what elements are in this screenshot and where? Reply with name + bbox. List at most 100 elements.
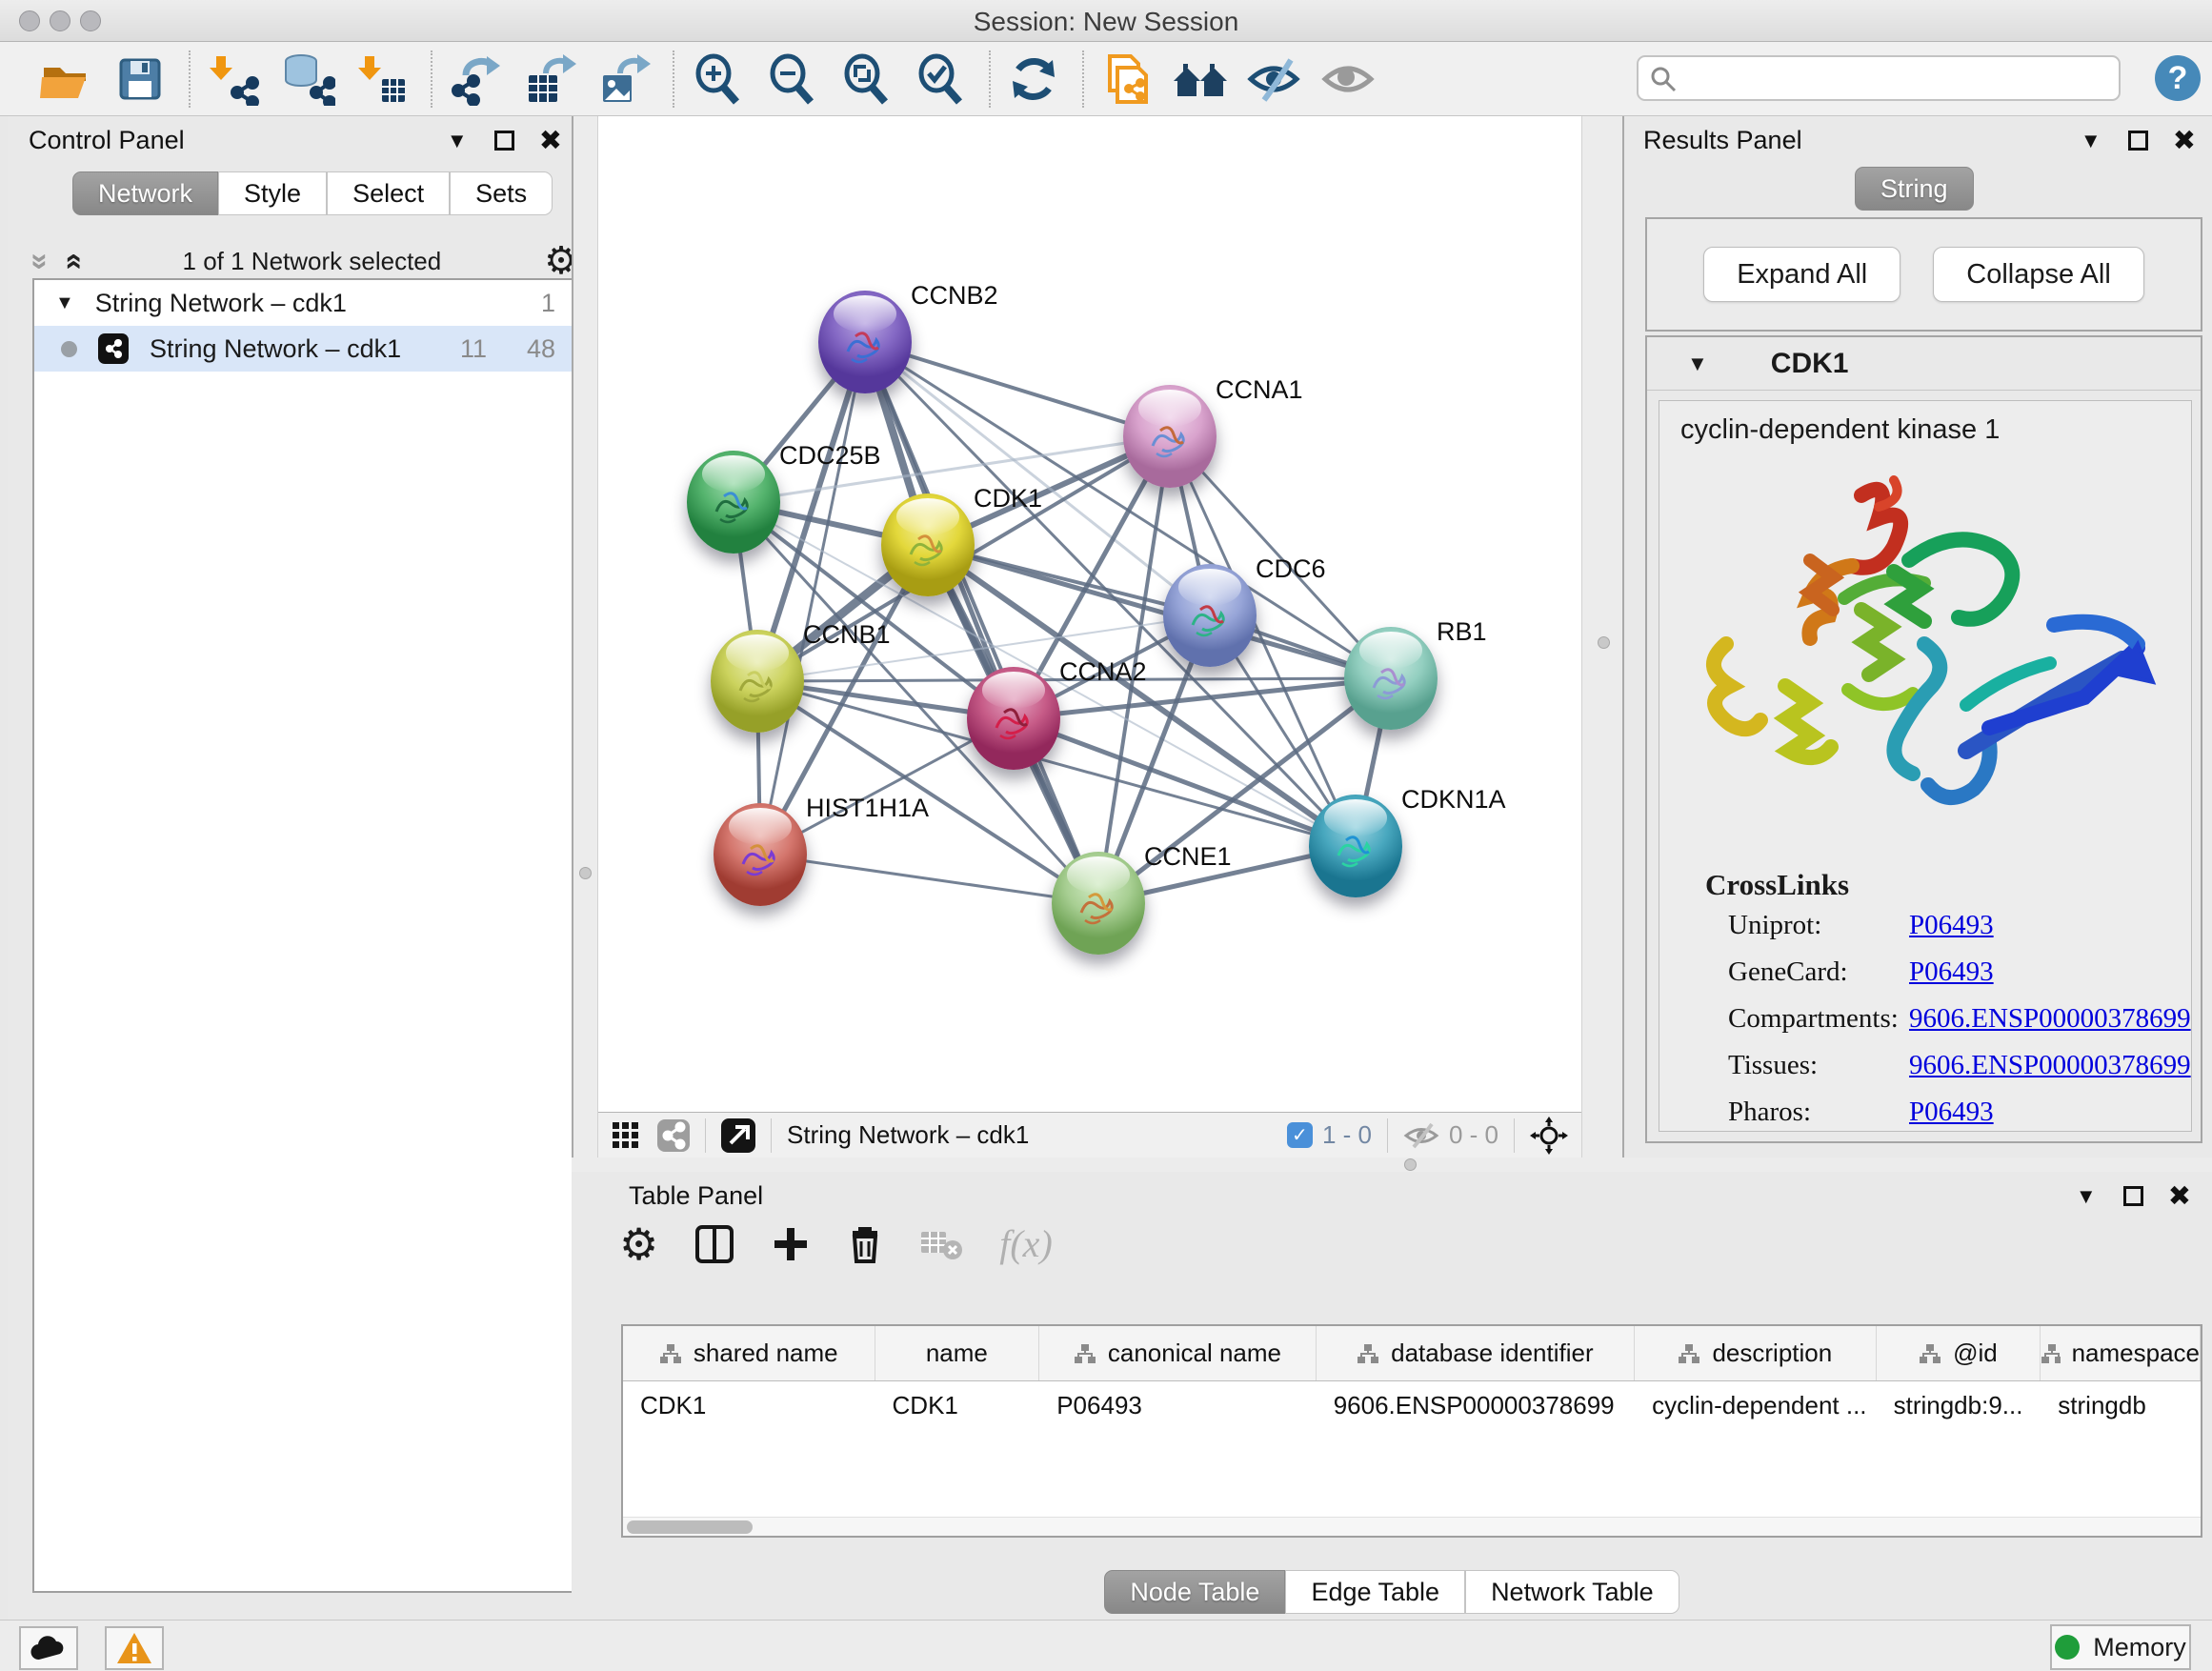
tab-network[interactable]: Network — [72, 171, 218, 215]
help-button[interactable]: ? — [2155, 55, 2201, 101]
hide-selected-button[interactable] — [1246, 50, 1305, 109]
collapse-all-button[interactable]: Collapse All — [1933, 247, 2144, 302]
table-row[interactable]: CDK1CDK1P064939606.ENSP00000378699cyclin… — [623, 1381, 2201, 1429]
cloud-status-button[interactable] — [19, 1626, 78, 1670]
zoom-out-button[interactable] — [762, 50, 821, 109]
crosslink-link[interactable]: 9606.ENSP00000378699 — [1909, 1003, 2191, 1035]
right-split-divider[interactable] — [1581, 116, 1624, 1158]
column-header-database-identifier[interactable]: database identifier — [1317, 1326, 1635, 1380]
tab-node-table[interactable]: Node Table — [1104, 1570, 1285, 1614]
column-header-shared-name[interactable]: shared name — [623, 1326, 875, 1380]
table-cell[interactable]: P06493 — [1039, 1381, 1316, 1429]
network-canvas[interactable]: CCNB2CCNA1CDC25BCDK1CDC6RB1CCNB1CCNA2CDK… — [598, 116, 1581, 1112]
node-CDC25B[interactable] — [687, 451, 780, 554]
column-header-name[interactable]: name — [875, 1326, 1040, 1380]
first-neighbors-button[interactable] — [1172, 50, 1231, 109]
warnings-button[interactable] — [105, 1626, 164, 1670]
selected-checkbox-icon[interactable]: ✓ — [1287, 1122, 1313, 1148]
crosslink-link[interactable]: 9606.ENSP00000378699 — [1909, 1050, 2191, 1081]
hidden-counts: 0 - 0 — [1449, 1120, 1498, 1150]
table-options-gear-icon[interactable]: ⚙ — [619, 1225, 658, 1263]
detach-view-icon[interactable] — [721, 1118, 755, 1153]
table-cell[interactable]: CDK1 — [875, 1381, 1040, 1429]
panel-menu-icon[interactable]: ▼ — [2081, 129, 2101, 153]
export-table-button[interactable] — [520, 50, 579, 109]
column-header--id[interactable]: @id — [1877, 1326, 2041, 1380]
column-header-namespace[interactable]: namespace — [2041, 1326, 2201, 1380]
annotation-mode-button[interactable] — [1097, 50, 1156, 109]
open-session-button[interactable] — [36, 50, 95, 109]
node-CCNA1[interactable] — [1123, 385, 1217, 488]
collection-expand-icon[interactable]: ▼ — [55, 292, 74, 314]
left-split-divider[interactable] — [572, 116, 598, 1158]
import-network-button[interactable] — [204, 50, 263, 109]
network-view-mode-icon[interactable] — [657, 1119, 690, 1152]
birdseye-crosshair-icon[interactable] — [1530, 1117, 1568, 1155]
node-CDK1[interactable] — [881, 493, 975, 596]
table-cell[interactable]: cyclin-dependent ... — [1635, 1381, 1877, 1429]
add-column-icon[interactable] — [771, 1224, 811, 1264]
float-panel-icon[interactable] — [2123, 1186, 2143, 1206]
export-network-button[interactable] — [446, 50, 505, 109]
apply-layout-button[interactable] — [1004, 50, 1063, 109]
gene-section-header[interactable]: ▼ CDK1 — [1647, 337, 2201, 391]
close-panel-icon[interactable]: ✖ — [2173, 124, 2196, 157]
zoom-fit-button[interactable] — [836, 50, 895, 109]
node-CCNB1[interactable] — [711, 630, 804, 733]
zoom-in-button[interactable] — [688, 50, 747, 109]
import-network-from-database-button[interactable] — [278, 50, 337, 109]
scrollbar-thumb[interactable] — [627, 1520, 753, 1534]
table-cell[interactable]: stringdb:9... — [1877, 1381, 2041, 1429]
show-columns-icon[interactable] — [694, 1223, 734, 1265]
crosslink-link[interactable]: P06493 — [1909, 910, 1994, 941]
close-panel-icon[interactable]: ✖ — [2168, 1179, 2191, 1213]
network-row[interactable]: String Network – cdk1 11 48 — [34, 326, 576, 372]
divider-handle[interactable] — [1404, 1158, 1417, 1171]
divider-handle[interactable] — [1598, 636, 1610, 649]
float-panel-icon[interactable] — [2128, 131, 2148, 151]
separator — [705, 1118, 706, 1153]
crosslink-link[interactable]: P06493 — [1909, 1097, 1994, 1128]
table-cell[interactable]: 9606.ENSP00000378699 — [1317, 1381, 1635, 1429]
crosslink-link[interactable]: P06493 — [1909, 956, 1994, 988]
table-cell[interactable]: stringdb — [2041, 1381, 2201, 1429]
node-CCNE1[interactable] — [1052, 852, 1145, 955]
node-CDKN1A[interactable] — [1309, 795, 1402, 897]
collapse-all-networks-icon[interactable]: » — [53, 252, 89, 270]
import-table-button[interactable] — [352, 50, 412, 109]
column-header-description[interactable]: description — [1635, 1326, 1877, 1380]
node-RB1[interactable] — [1344, 627, 1438, 730]
export-image-button[interactable] — [594, 50, 654, 109]
table-split-divider[interactable] — [572, 1158, 2212, 1172]
close-panel-icon[interactable]: ✖ — [539, 124, 562, 157]
divider-handle[interactable] — [579, 867, 592, 879]
node-CCNA2[interactable] — [967, 667, 1060, 770]
memory-button[interactable]: Memory — [2050, 1624, 2191, 1670]
tab-string[interactable]: String — [1855, 167, 1974, 211]
column-header-canonical-name[interactable]: canonical name — [1039, 1326, 1316, 1380]
table-horizontal-scrollbar[interactable] — [623, 1517, 2201, 1536]
expand-all-button[interactable]: Expand All — [1703, 247, 1900, 302]
network-collection-row[interactable]: ▼ String Network – cdk1 1 — [34, 280, 576, 326]
tab-network-table[interactable]: Network Table — [1465, 1570, 1679, 1614]
panel-menu-icon[interactable]: ▼ — [447, 129, 468, 153]
gene-expand-icon[interactable]: ▼ — [1687, 352, 1708, 376]
search-input[interactable] — [1637, 55, 2121, 101]
float-panel-icon[interactable] — [494, 131, 514, 151]
show-all-button[interactable] — [1320, 50, 1379, 109]
node-CCNB2[interactable] — [818, 291, 912, 393]
delete-column-icon[interactable] — [847, 1223, 883, 1265]
tab-sets[interactable]: Sets — [450, 171, 553, 215]
tab-edge-table[interactable]: Edge Table — [1285, 1570, 1465, 1614]
node-CDC6[interactable] — [1163, 564, 1257, 667]
panel-menu-icon[interactable]: ▼ — [2076, 1184, 2097, 1209]
grid-mode-icon[interactable] — [612, 1121, 640, 1150]
zoom-selected-button[interactable] — [911, 50, 970, 109]
node-HIST1H1A[interactable] — [714, 803, 807, 906]
tab-select[interactable]: Select — [327, 171, 450, 215]
edge-CCNB2-HIST1H1A[interactable] — [760, 342, 865, 855]
tab-style[interactable]: Style — [218, 171, 327, 215]
edge-HIST1H1A-CCNE1[interactable] — [760, 855, 1098, 903]
save-session-button[interactable] — [111, 50, 170, 109]
table-cell[interactable]: CDK1 — [623, 1381, 875, 1429]
